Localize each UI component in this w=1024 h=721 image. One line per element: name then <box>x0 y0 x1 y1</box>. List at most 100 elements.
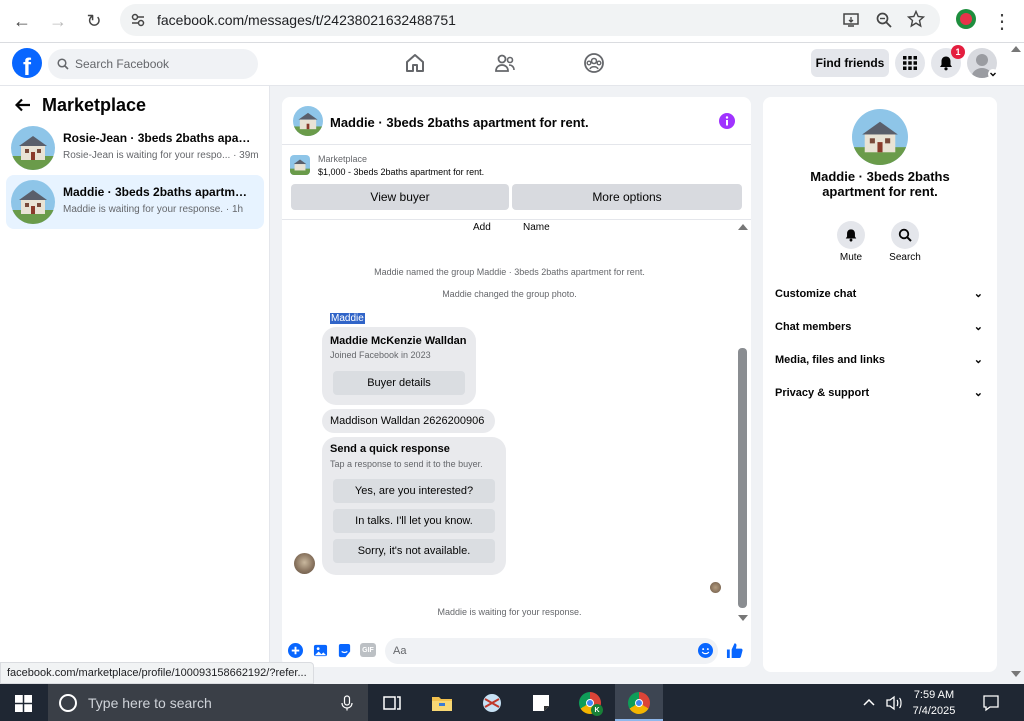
quick-response-bubble: Send a quick response Tap a response to … <box>322 437 506 575</box>
read-receipt-avatar <box>710 582 721 593</box>
attach-image-icon[interactable] <box>313 643 328 658</box>
page-scrollbar-up-icon[interactable] <box>1011 46 1021 52</box>
buyer-details-button[interactable]: Buyer details <box>333 371 465 395</box>
taskbar-search-box[interactable]: Type here to search <box>48 684 368 721</box>
cortana-circle-icon <box>59 694 77 712</box>
more-options-button[interactable]: More options <box>512 184 742 210</box>
profile-joined: Joined Facebook in 2023 <box>330 350 431 360</box>
message-bubble: Maddison Walldan 2626200906 <box>322 409 495 433</box>
scroll-thumb[interactable] <box>738 348 747 608</box>
customize-chat-section[interactable]: Customize chat ⌄ <box>775 288 985 308</box>
clock-date: 7/4/2025 <box>912 705 956 717</box>
view-buyer-button[interactable]: View buyer <box>291 184 509 210</box>
mute-label: Mute <box>839 252 863 263</box>
divider <box>282 219 751 220</box>
chat-title[interactable]: Maddie · 3beds 2baths apartment for rent… <box>330 115 589 130</box>
volume-icon[interactable] <box>885 695 903 711</box>
add-link[interactable]: Add <box>473 222 491 233</box>
chrome-profile-k-icon[interactable]: K <box>579 692 603 716</box>
quick-reply-button[interactable]: Yes, are you interested? <box>333 479 495 503</box>
sticker-icon[interactable] <box>337 643 352 658</box>
listing-price[interactable]: $1,000 - 3beds 2baths apartment for rent… <box>318 167 484 177</box>
like-thumb-icon[interactable] <box>726 642 743 659</box>
friends-icon[interactable] <box>493 51 517 75</box>
system-message: Maddie changed the group photo. <box>442 289 577 299</box>
privacy-support-section[interactable]: Privacy & support ⌄ <box>775 387 985 407</box>
reload-icon[interactable]: ↻ <box>81 8 107 34</box>
chat-details-panel: Maddie · 3beds 2baths apartment for rent… <box>763 97 997 672</box>
mute-button[interactable] <box>837 221 865 249</box>
quick-reply-button[interactable]: In talks. I'll let you know. <box>333 509 495 533</box>
back-icon[interactable]: ← <box>9 8 35 34</box>
taskbar-search-placeholder: Type here to search <box>88 695 212 711</box>
home-icon[interactable] <box>403 51 427 75</box>
listing-thumbnail <box>11 180 55 224</box>
facebook-logo-icon[interactable]: f <box>12 48 42 78</box>
emoji-icon[interactable] <box>698 643 713 658</box>
system-message: Maddie named the group Maddie · 3beds 2b… <box>374 267 645 277</box>
facebook-search-input[interactable]: Search Facebook <box>48 49 258 79</box>
search-icon <box>898 228 912 242</box>
status-bar-url: facebook.com/marketplace/profile/1000931… <box>0 662 314 684</box>
more-actions-plus-icon[interactable] <box>288 643 303 658</box>
chat-scrollbar[interactable] <box>737 221 749 626</box>
scroll-down-icon[interactable] <box>738 615 748 621</box>
page-scrollbar-down-icon[interactable] <box>1011 671 1021 677</box>
conversation-info-icon[interactable] <box>719 113 735 129</box>
group-title: Maddie · 3beds 2baths apartment for rent… <box>810 169 950 199</box>
conversation-sidebar: Marketplace Rosie-Jean · 3beds 2baths ap… <box>0 86 270 684</box>
zoom-icon[interactable] <box>875 11 893 29</box>
notification-center-icon[interactable] <box>982 694 1000 712</box>
browser-toolbar: ← → ↻ facebook.com/messages/t/2423802163… <box>0 0 1024 43</box>
section-label: Chat members <box>775 321 852 333</box>
task-view-icon[interactable] <box>381 692 403 714</box>
chat-members-section[interactable]: Chat members ⌄ <box>775 321 985 341</box>
chrome-active-window[interactable] <box>615 684 663 721</box>
name-link[interactable]: Name <box>523 222 550 233</box>
site-settings-icon[interactable] <box>130 12 146 28</box>
url-text[interactable]: facebook.com/messages/t/2423802163248875… <box>157 12 456 28</box>
thread-preview: Rosie-Jean is waiting for your respo... … <box>63 150 259 161</box>
account-chevron-icon[interactable] <box>988 69 998 79</box>
profile-card-bubble: Maddie McKenzie Walldan Joined Facebook … <box>322 327 476 405</box>
windows-start-icon[interactable] <box>15 695 32 712</box>
tray-chevron-up-icon[interactable] <box>862 697 876 707</box>
browser-menu-icon[interactable]: ⋮ <box>989 8 1015 34</box>
bell-icon <box>845 229 857 242</box>
group-avatar[interactable] <box>852 109 908 165</box>
address-bar[interactable]: facebook.com/messages/t/2423802163248875… <box>120 4 940 36</box>
back-arrow-icon[interactable] <box>15 98 31 112</box>
thread-item-rosie-jean[interactable]: Rosie-Jean · 3beds 2baths apartm... Rosi… <box>6 121 264 175</box>
chevron-down-icon: ⌄ <box>973 321 983 333</box>
groups-icon[interactable] <box>582 51 606 75</box>
message-input[interactable]: Aa <box>385 638 718 664</box>
message-composer: GIF Aa <box>282 635 751 667</box>
thread-title: Rosie-Jean · 3beds 2baths apartm... <box>63 131 253 145</box>
search-in-chat-button[interactable] <box>891 221 919 249</box>
system-clock[interactable]: 7:59 AM 7/4/2025 <box>902 687 966 719</box>
quick-reply-button[interactable]: Sorry, it's not available. <box>333 539 495 563</box>
listing-label: Marketplace <box>318 154 368 164</box>
bookmark-star-icon[interactable] <box>907 10 925 28</box>
gif-icon[interactable]: GIF <box>360 643 376 657</box>
find-friends-button[interactable]: Find friends <box>811 49 889 77</box>
chat-avatar[interactable] <box>293 106 323 136</box>
sticky-notes-icon[interactable] <box>530 692 552 714</box>
sender-avatar[interactable] <box>294 553 315 574</box>
microphone-icon[interactable] <box>341 695 353 711</box>
section-label: Media, files and links <box>775 354 886 366</box>
media-files-links-section[interactable]: Media, files and links ⌄ <box>775 354 985 374</box>
search-icon <box>57 58 69 70</box>
snipping-tool-icon[interactable] <box>481 692 503 714</box>
profile-name: Maddie McKenzie Walldan <box>330 335 467 347</box>
thread-item-maddie[interactable]: Maddie · 3beds 2baths apartment ... Madd… <box>6 175 264 229</box>
profile-avatar-icon[interactable] <box>956 9 976 29</box>
scroll-up-icon[interactable] <box>738 224 748 230</box>
marketplace-listing-thumbnail[interactable] <box>290 155 310 175</box>
windows-taskbar: Type here to search K 7:59 AM 7/4/2025 <box>0 684 1024 721</box>
file-explorer-icon[interactable] <box>431 692 453 714</box>
install-app-icon[interactable] <box>842 11 860 29</box>
menu-grid-icon[interactable] <box>895 48 925 78</box>
forward-icon[interactable]: → <box>45 8 71 34</box>
waiting-status: Maddie is waiting for your response. <box>437 607 582 617</box>
